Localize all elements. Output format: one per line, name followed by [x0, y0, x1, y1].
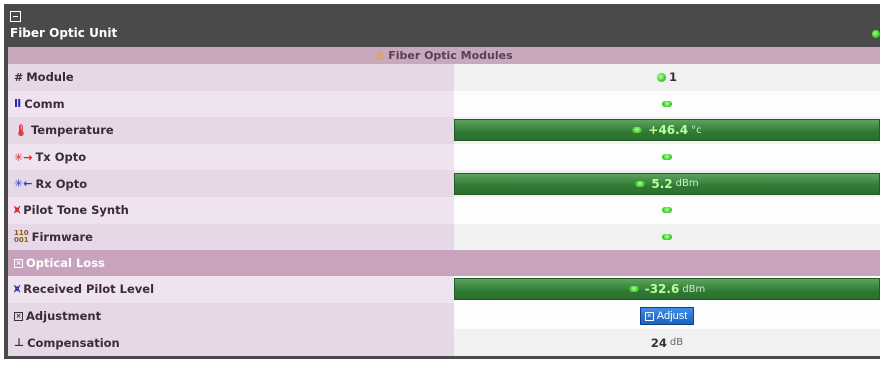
status-led-icon [632, 127, 643, 134]
received-pilot-label-cell: ⩙ Received Pilot Level [8, 276, 454, 303]
firmware-label: Firmware [31, 229, 93, 244]
adjustment-label: Adjustment [26, 309, 102, 324]
status-led-icon [662, 207, 672, 214]
status-led-icon [635, 180, 646, 187]
rx-opto-value: 5.2 [651, 176, 673, 191]
binary-icon: 110 001 [14, 228, 29, 244]
received-pilot-unit: dBm [682, 283, 706, 295]
received-pilot-value: -32.6 [644, 282, 680, 297]
row-rx-opto: ✳← Rx Opto 5.2 dBm [8, 170, 880, 197]
warning-icon: ⚠ [375, 49, 386, 62]
tx-opto-value-cell [454, 143, 880, 171]
row-pilot-tone: ⩙ Pilot Tone Synth [8, 196, 880, 224]
thermometer-icon: 🌡 [14, 123, 28, 137]
rx-icon: ✳← [14, 177, 33, 191]
fiber-optic-panel: Fiber Optic Unit ⚠ Fiber Optic Modules #… [4, 4, 880, 359]
received-pilot-gauge: -32.6 dBm [454, 278, 880, 301]
pilot-tone-icon: ⩙ [14, 282, 21, 296]
status-led-icon [872, 30, 880, 38]
temperature-label-cell: 🌡 Temperature [8, 117, 454, 144]
compensation-label: Compensation [27, 335, 120, 350]
row-comm: Ⅱ Comm [8, 90, 880, 118]
compensation-icon: ⊥ [14, 336, 25, 350]
comm-icon: Ⅱ [14, 97, 22, 111]
row-firmware: 110 001 Firmware [8, 223, 880, 251]
temperature-value-cell: +46.4 °c [454, 117, 880, 144]
row-temperature: 🌡 Temperature +46.4 °c [8, 117, 880, 144]
collapse-toggle-icon[interactable] [10, 11, 21, 22]
rx-opto-unit: dBm [675, 178, 699, 190]
firmware-value-cell [454, 223, 880, 251]
row-received-pilot: ⩙ Received Pilot Level -32.6 dBm [8, 276, 880, 303]
comm-value-cell [454, 90, 880, 118]
row-compensation: ⊥ Compensation 24 dB [8, 329, 880, 356]
status-led-icon [662, 154, 672, 161]
status-led-icon [662, 100, 672, 107]
received-pilot-value-cell: -32.6 dBm [454, 276, 880, 303]
status-led-icon [662, 233, 672, 240]
adjust-button[interactable]: × Adjust [639, 307, 695, 326]
row-tx-opto: ✳→ Tx Opto [8, 143, 880, 171]
comm-label: Comm [24, 96, 65, 111]
rx-opto-gauge: 5.2 dBm [454, 172, 880, 195]
temperature-label: Temperature [30, 123, 114, 138]
comm-label-cell: Ⅱ Comm [8, 90, 454, 118]
adjustment-icon: × [14, 311, 23, 321]
section-label: Fiber Optic Modules [388, 49, 513, 62]
temperature-unit: °c [691, 124, 702, 136]
pilot-tone-icon: ⩙ [14, 203, 21, 217]
tx-opto-label: Tx Opto [35, 150, 87, 165]
row-module: # Module 1 [8, 64, 880, 91]
panel-title: Fiber Optic Unit [10, 26, 118, 40]
adjustment-value-cell: × Adjust [454, 302, 880, 330]
optical-loss-header: × Optical Loss [8, 250, 880, 277]
firmware-label-cell: 110 001 Firmware [8, 223, 454, 251]
hash-icon: # [14, 70, 24, 84]
optical-loss-icon: × [14, 258, 23, 268]
received-pilot-label: Received Pilot Level [23, 282, 155, 297]
compensation-value: 24 [650, 335, 667, 350]
module-value-cell: 1 [454, 64, 880, 91]
compensation-label-cell: ⊥ Compensation [8, 329, 454, 356]
compensation-unit: dB [669, 337, 684, 349]
status-led-icon [656, 72, 666, 82]
compensation-value-cell: 24 dB [454, 329, 880, 356]
pilot-tone-label: Pilot Tone Synth [23, 203, 129, 218]
rx-opto-label: Rx Opto [35, 176, 88, 191]
tx-icon: ✳→ [14, 150, 33, 164]
module-value: 1 [668, 70, 677, 85]
tx-opto-label-cell: ✳→ Tx Opto [8, 143, 454, 171]
optical-loss-label: Optical Loss [26, 256, 105, 271]
panel-header: Fiber Optic Unit [4, 4, 880, 47]
adjustment-label-cell: × Adjustment [8, 302, 454, 330]
module-label: Module [26, 70, 74, 85]
adjust-icon: × [644, 311, 654, 321]
pilot-tone-value-cell [454, 196, 880, 224]
temperature-gauge: +46.4 °c [454, 119, 880, 142]
section-header: ⚠ Fiber Optic Modules [8, 47, 880, 64]
module-label-cell: # Module [8, 64, 454, 91]
row-adjustment: × Adjustment × Adjust [8, 302, 880, 330]
rx-opto-label-cell: ✳← Rx Opto [8, 170, 454, 197]
status-led-icon [628, 286, 639, 293]
pilot-tone-label-cell: ⩙ Pilot Tone Synth [8, 196, 454, 224]
modules-table: ⚠ Fiber Optic Modules # Module 1 Ⅱ Comm [8, 47, 880, 356]
adjust-button-label: Adjust [656, 310, 688, 323]
temperature-value: +46.4 [648, 123, 689, 138]
rx-opto-value-cell: 5.2 dBm [454, 170, 880, 197]
